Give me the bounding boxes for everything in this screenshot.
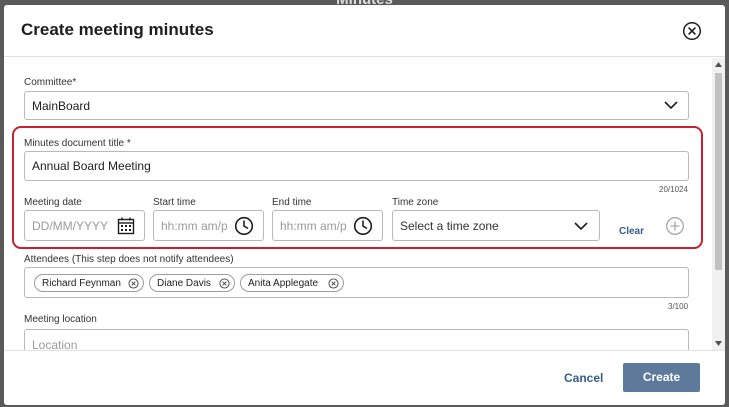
clock-icon[interactable] (234, 216, 254, 236)
start-time-placeholder: hh:mm am/p (161, 218, 228, 233)
time-zone-label: Time zone (392, 197, 439, 208)
dialog-body: Committee* MainBoard Minutes document ti… (4, 58, 725, 350)
remove-circle-icon[interactable] (328, 278, 339, 289)
create-button[interactable]: Create (623, 363, 700, 392)
meeting-date-placeholder: DD/MM/YYYY (32, 218, 109, 233)
dialog-header: Create meeting minutes (4, 5, 725, 57)
doc-title-input[interactable]: Annual Board Meeting (24, 151, 689, 181)
committee-label: Committee* (24, 77, 77, 88)
doc-title-counter: 20/1024 (659, 185, 688, 194)
clear-time-zone-link[interactable]: Clear (619, 226, 644, 237)
end-time-placeholder: hh:mm am/p (280, 218, 347, 233)
attendee-chip: Richard Feynman (34, 274, 144, 292)
dialog-footer: Cancel Create (4, 350, 725, 405)
create-minutes-dialog: Create meeting minutes Committee* MainBo… (4, 5, 725, 405)
location-input[interactable]: Location (24, 329, 689, 350)
time-zone-placeholder: Select a time zone (400, 218, 499, 233)
attendee-chip: Anita Applegate (240, 274, 344, 292)
chevron-down-icon (574, 222, 588, 231)
committee-value: MainBoard (32, 98, 91, 113)
remove-circle-icon[interactable] (219, 278, 230, 289)
attendees-counter: 3/100 (668, 302, 689, 311)
committee-select[interactable]: MainBoard (24, 91, 689, 120)
location-placeholder: Location (32, 337, 78, 351)
scroll-up-arrow-icon[interactable] (715, 62, 722, 67)
clock-icon[interactable] (353, 216, 373, 236)
attendee-chip: Diane Davis (149, 274, 235, 292)
close-button[interactable] (682, 21, 702, 41)
scrollbar-thumb[interactable] (715, 73, 722, 270)
time-zone-select[interactable]: Select a time zone (392, 210, 600, 241)
start-time-input[interactable]: hh:mm am/p (153, 210, 264, 241)
doc-title-value: Annual Board Meeting (32, 159, 151, 173)
meeting-date-input[interactable]: DD/MM/YYYY (24, 210, 145, 241)
chevron-down-icon (664, 101, 678, 110)
remove-circle-icon[interactable] (128, 278, 139, 289)
calendar-icon[interactable] (117, 217, 135, 235)
attendee-chip-label: Anita Applegate (248, 278, 319, 289)
scroll-down-arrow-icon[interactable] (715, 341, 722, 346)
cancel-button[interactable]: Cancel (564, 371, 603, 385)
meeting-date-label: Meeting date (24, 197, 82, 208)
plus-circle-icon[interactable] (665, 216, 685, 236)
end-time-label: End time (272, 197, 312, 208)
dialog-title: Create meeting minutes (21, 20, 214, 39)
location-label: Meeting location (24, 314, 97, 325)
attendee-chip-label: Diane Davis (157, 278, 211, 289)
start-time-label: Start time (153, 197, 196, 208)
attendee-chip-label: Richard Feynman (42, 278, 121, 289)
attendees-label: Attendees (This step does not notify att… (24, 254, 234, 265)
doc-title-label: Minutes document title * (24, 138, 131, 149)
scrollbar[interactable] (712, 58, 725, 350)
close-circle-icon (682, 21, 702, 41)
end-time-input[interactable]: hh:mm am/p (272, 210, 383, 241)
